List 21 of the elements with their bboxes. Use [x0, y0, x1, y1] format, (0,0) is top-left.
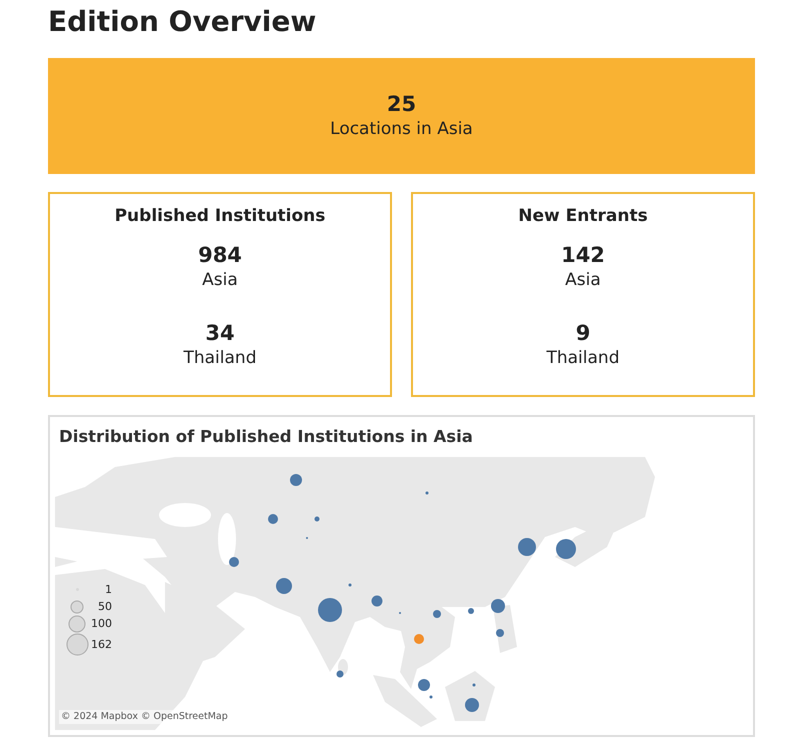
stat-value: 9 [576, 320, 590, 346]
legend-label: 1 [104, 582, 112, 598]
card-title: Published Institutions [114, 205, 326, 228]
size-circle-icon [68, 615, 86, 633]
stat-label: Asia [202, 269, 238, 292]
map-attribution: © 2024 Mapbox © OpenStreetMap [59, 710, 230, 724]
banner-value: 25 [386, 91, 416, 117]
legend-label: 100 [91, 616, 112, 632]
map-title: Distribution of Published Institutions in Asia [59, 426, 474, 448]
stat-label: Thailand [183, 347, 256, 370]
size-circle-icon [66, 633, 88, 656]
banner-label: Locations in Asia [330, 118, 473, 141]
stat-value: 34 [205, 320, 235, 346]
page-title: Edition Overview [48, 4, 318, 40]
stat-value: 984 [198, 242, 242, 268]
stat-label: Thailand [546, 347, 620, 370]
stat-label: Asia [565, 269, 601, 292]
card-title: New Entrants [518, 205, 648, 228]
legend-label: 162 [91, 637, 112, 653]
stat-value: 142 [561, 242, 605, 268]
legend-label: 50 [97, 599, 112, 615]
